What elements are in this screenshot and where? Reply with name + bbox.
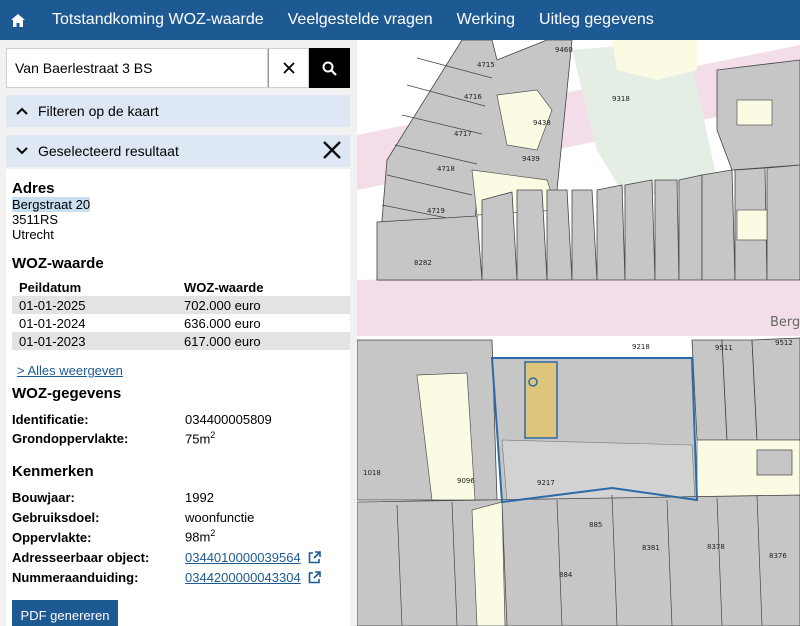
oppervlakte-value: 98m2 <box>185 528 215 544</box>
parcel-label: 4717 <box>454 130 472 138</box>
street-name-label: Berg <box>770 315 800 330</box>
parcel-label: 9318 <box>612 95 630 103</box>
close-icon <box>323 141 341 159</box>
close-icon <box>282 62 295 74</box>
parcel-label: 4719 <box>427 207 445 215</box>
nav-veelgestelde-vragen[interactable]: Veelgestelde vragen <box>276 0 445 40</box>
nummeraanduiding-label: Nummeraanduiding: <box>12 570 139 585</box>
parcel-label: 9512 <box>775 339 793 347</box>
parcel-label: 9438 <box>533 119 551 127</box>
nummeraanduiding-link[interactable]: 0344200000043304 <box>185 570 301 585</box>
filter-accordion-label: Filteren op de kaart <box>38 103 159 119</box>
cadastral-map[interactable]: 9460 4715 4716 4717 4718 4719 8282 9318 … <box>357 40 800 626</box>
parcel-label: 9218 <box>632 343 650 351</box>
row-value: 636.000 euro <box>184 315 261 331</box>
search-input[interactable]: Van Baerlestraat 3 BS <box>6 48 268 88</box>
parcel-label: 8282 <box>414 259 432 267</box>
parcel-label: 9460 <box>555 46 573 54</box>
show-all-link[interactable]: > Alles weergeven <box>17 363 123 378</box>
woz-table: Peildatum WOZ-waarde 01-01-2025 702.000 … <box>12 278 350 350</box>
parcel-label: 9439 <box>522 155 540 163</box>
adresseerbaar-link[interactable]: 0344010000039564 <box>185 550 301 565</box>
adres-city: Utrecht <box>12 227 54 242</box>
oppervlakte-label: Oppervlakte: <box>12 530 92 545</box>
row-date: 01-01-2024 <box>19 315 86 331</box>
row-date: 01-01-2025 <box>19 297 86 313</box>
search-icon <box>322 61 337 76</box>
oppervlakte-unit-sup: 2 <box>210 528 216 538</box>
parcel-label: 4716 <box>464 93 482 101</box>
bouwjaar-label: Bouwjaar: <box>12 490 75 505</box>
woz-gegevens-heading: WOZ-gegevens <box>12 385 122 402</box>
parcel-label: 8381 <box>642 544 660 552</box>
oppervlakte-number: 98m <box>185 529 211 545</box>
parcel-label: 9511 <box>715 344 733 352</box>
woz-table-header: Peildatum WOZ-waarde <box>12 278 350 296</box>
adresseerbaar-value: 0344010000039564 <box>185 550 322 565</box>
parcel-label: 4715 <box>477 61 495 69</box>
col-woz-waarde: WOZ-waarde <box>184 279 264 295</box>
bouwjaar-value: 1992 <box>185 490 214 505</box>
row-value: 702.000 euro <box>184 297 261 313</box>
identificatie-label: Identificatie: <box>12 412 89 427</box>
home-icon <box>11 13 25 27</box>
grondoppervlakte-label: Grondoppervlakte: <box>12 431 129 446</box>
grondoppervlakte-value: 75m2 <box>185 430 215 446</box>
parcel-label: 8378 <box>707 543 725 551</box>
nav-uitleg-gegevens[interactable]: Uitleg gegevens <box>527 0 666 40</box>
nav-werking[interactable]: Werking <box>445 0 527 40</box>
table-row: 01-01-2023 617.000 euro <box>12 332 350 350</box>
side-panel: Van Baerlestraat 3 BS Filteren op de kaa… <box>0 40 357 626</box>
chevron-up-icon <box>6 107 38 115</box>
filter-accordion[interactable]: Filteren op de kaart <box>6 95 350 127</box>
map-street-bergstraat <box>357 272 800 336</box>
parcel-label: 885 <box>589 521 602 529</box>
row-date: 01-01-2023 <box>19 333 86 349</box>
map-view[interactable]: 9460 4715 4716 4717 4718 4719 8282 9318 … <box>357 40 800 626</box>
kenmerken-heading: Kenmerken <box>12 463 94 480</box>
main-nav: Totstandkoming WOZ-waarde Veelgestelde v… <box>36 0 666 40</box>
parcel-label: 9217 <box>537 479 555 487</box>
selected-result-accordion[interactable]: Geselecteerd resultaat <box>6 135 350 167</box>
table-row: 01-01-2024 636.000 euro <box>12 314 350 332</box>
woz-heading: WOZ-waarde <box>12 255 104 272</box>
top-navigation-bar: Totstandkoming WOZ-waarde Veelgestelde v… <box>0 0 800 40</box>
table-row: 01-01-2025 702.000 euro <box>12 296 350 314</box>
adres-postcode: 3511RS <box>12 212 59 227</box>
nummeraanduiding-value: 0344200000043304 <box>185 570 322 585</box>
adres-street: Bergstraat 20 <box>12 197 91 212</box>
chevron-down-icon <box>6 147 38 155</box>
search-button[interactable] <box>309 48 350 88</box>
search-bar: Van Baerlestraat 3 BS <box>6 48 350 88</box>
identificatie-value: 034400005809 <box>185 412 272 427</box>
clear-search-button[interactable] <box>268 48 309 88</box>
gebruiksdoel-value: woonfunctie <box>185 510 255 525</box>
parcel-label: 4718 <box>437 165 455 173</box>
close-result-button[interactable] <box>320 138 344 165</box>
col-peildatum: Peildatum <box>19 279 82 295</box>
row-value: 617.000 euro <box>184 333 261 349</box>
external-link-icon[interactable] <box>308 551 322 564</box>
adresseerbaar-label: Adresseerbaar object: <box>12 550 150 565</box>
home-button[interactable] <box>0 0 36 40</box>
parcel-label: 9096 <box>457 477 475 485</box>
gebruiksdoel-label: Gebruiksdoel: <box>12 510 100 525</box>
pdf-generate-button[interactable]: PDF genereren <box>12 600 118 626</box>
parcel-label: 884 <box>559 571 573 579</box>
grondoppervlakte-number: 75m <box>185 431 211 447</box>
adres-street-text: Bergstraat 20 <box>12 197 91 212</box>
parcel-label: 1018 <box>363 469 381 477</box>
selected-building[interactable] <box>524 361 558 439</box>
external-link-icon[interactable] <box>308 571 322 584</box>
selected-result-label: Geselecteerd resultaat <box>38 143 179 159</box>
result-details: Adres Bergstraat 20 3511RS Utrecht WOZ-w… <box>6 169 350 626</box>
grondoppervlakte-unit-sup: 2 <box>210 430 216 440</box>
parcel-label: 8376 <box>769 552 787 560</box>
adres-heading: Adres <box>12 180 55 197</box>
nav-totstandkoming[interactable]: Totstandkoming WOZ-waarde <box>36 0 276 40</box>
